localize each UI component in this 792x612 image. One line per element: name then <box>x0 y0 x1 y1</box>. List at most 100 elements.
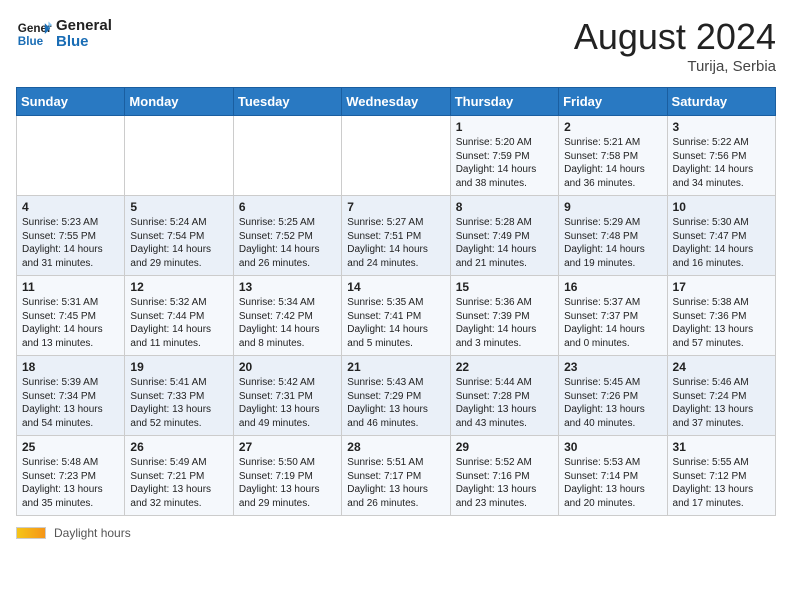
calendar-day <box>342 116 450 196</box>
calendar-day: 4 Sunrise: 5:23 AM Sunset: 7:55 PM Daylig… <box>17 196 125 276</box>
day-info: Sunrise: 5:22 AM Sunset: 7:56 PM Dayligh… <box>673 136 770 190</box>
calendar-week-5: 25 Sunrise: 5:48 AM Sunset: 7:23 PM Dayli… <box>17 436 776 516</box>
page-header: General Blue General Blue August 2024 Tu… <box>16 16 776 75</box>
title-block: August 2024 Turija, Serbia <box>574 16 776 75</box>
day-info: Sunrise: 5:32 AM Sunset: 7:44 PM Dayligh… <box>130 296 227 350</box>
day-number: 31 <box>673 440 770 454</box>
day-number: 25 <box>22 440 119 454</box>
location: Turija, Serbia <box>574 58 776 75</box>
calendar-day: 9Sunrise: 5:29 AM Sunset: 7:48 PM Daylig… <box>559 196 667 276</box>
calendar-day <box>125 116 233 196</box>
day-number: 4 <box>22 200 119 214</box>
calendar-day <box>233 116 341 196</box>
day-number: 29 <box>456 440 553 454</box>
day-info: Sunrise: 5:51 AM Sunset: 7:17 PM Dayligh… <box>347 456 444 510</box>
day-info: Sunrise: 5:46 AM Sunset: 7:24 PM Dayligh… <box>673 376 770 430</box>
day-info: Sunrise: 5:38 AM Sunset: 7:36 PM Dayligh… <box>673 296 770 350</box>
daylight-bar-icon <box>16 527 46 539</box>
calendar-day: 30Sunrise: 5:53 AM Sunset: 7:14 PM Dayli… <box>559 436 667 516</box>
calendar-week-3: 11 Sunrise: 5:31 AM Sunset: 7:45 PM Dayli… <box>17 276 776 356</box>
day-number: 12 <box>130 280 227 294</box>
day-number: 22 <box>456 360 553 374</box>
header-sunday: Sunday <box>17 88 125 116</box>
day-number: 24 <box>673 360 770 374</box>
day-number: 11 <box>22 280 119 294</box>
header-saturday: Saturday <box>667 88 775 116</box>
day-number: 16 <box>564 280 661 294</box>
day-info: Sunrise: 5:36 AM Sunset: 7:39 PM Dayligh… <box>456 296 553 350</box>
calendar-day: 24 Sunrise: 5:46 AM Sunset: 7:24 PM Dayli… <box>667 356 775 436</box>
calendar-day: 5 Sunrise: 5:24 AM Sunset: 7:54 PM Daylig… <box>125 196 233 276</box>
calendar-day: 25 Sunrise: 5:48 AM Sunset: 7:23 PM Dayli… <box>17 436 125 516</box>
day-number: 20 <box>239 360 336 374</box>
day-number: 5 <box>130 200 227 214</box>
calendar-day: 16Sunrise: 5:37 AM Sunset: 7:37 PM Dayli… <box>559 276 667 356</box>
day-info: Sunrise: 5:41 AM Sunset: 7:33 PM Dayligh… <box>130 376 227 430</box>
header-thursday: Thursday <box>450 88 558 116</box>
day-info: Sunrise: 5:34 AM Sunset: 7:42 PM Dayligh… <box>239 296 336 350</box>
calendar-day <box>17 116 125 196</box>
calendar-day: 12 Sunrise: 5:32 AM Sunset: 7:44 PM Dayli… <box>125 276 233 356</box>
day-number: 7 <box>347 200 444 214</box>
calendar-day: 29 Sunrise: 5:52 AM Sunset: 7:16 PM Dayli… <box>450 436 558 516</box>
calendar-day: 17 Sunrise: 5:38 AM Sunset: 7:36 PM Dayli… <box>667 276 775 356</box>
day-info: Sunrise: 5:31 AM Sunset: 7:45 PM Dayligh… <box>22 296 119 350</box>
day-info: Sunrise: 5:23 AM Sunset: 7:55 PM Dayligh… <box>22 216 119 270</box>
calendar-day: 10Sunrise: 5:30 AM Sunset: 7:47 PM Dayli… <box>667 196 775 276</box>
day-number: 13 <box>239 280 336 294</box>
calendar-day: 26 Sunrise: 5:49 AM Sunset: 7:21 PM Dayli… <box>125 436 233 516</box>
calendar-day: 22 Sunrise: 5:44 AM Sunset: 7:28 PM Dayli… <box>450 356 558 436</box>
calendar-day: 18Sunrise: 5:39 AM Sunset: 7:34 PM Dayli… <box>17 356 125 436</box>
day-number: 3 <box>673 120 770 134</box>
calendar-day: 27Sunrise: 5:50 AM Sunset: 7:19 PM Dayli… <box>233 436 341 516</box>
month-title: August 2024 <box>574 16 776 58</box>
day-number: 18 <box>22 360 119 374</box>
calendar-day: 13 Sunrise: 5:34 AM Sunset: 7:42 PM Dayli… <box>233 276 341 356</box>
day-info: Sunrise: 5:43 AM Sunset: 7:29 PM Dayligh… <box>347 376 444 430</box>
calendar-day: 11 Sunrise: 5:31 AM Sunset: 7:45 PM Dayli… <box>17 276 125 356</box>
day-number: 27 <box>239 440 336 454</box>
day-info: Sunrise: 5:49 AM Sunset: 7:21 PM Dayligh… <box>130 456 227 510</box>
day-info: Sunrise: 5:24 AM Sunset: 7:54 PM Dayligh… <box>130 216 227 270</box>
calendar-header-row: SundayMondayTuesdayWednesdayThursdayFrid… <box>17 88 776 116</box>
calendar-day: 19Sunrise: 5:41 AM Sunset: 7:33 PM Dayli… <box>125 356 233 436</box>
day-info: Sunrise: 5:48 AM Sunset: 7:23 PM Dayligh… <box>22 456 119 510</box>
calendar-week-1: 1 Sunrise: 5:20 AM Sunset: 7:59 PM Daylig… <box>17 116 776 196</box>
footer: Daylight hours <box>16 526 776 540</box>
day-number: 1 <box>456 120 553 134</box>
day-info: Sunrise: 5:29 AM Sunset: 7:48 PM Dayligh… <box>564 216 661 270</box>
calendar-day: 3 Sunrise: 5:22 AM Sunset: 7:56 PM Daylig… <box>667 116 775 196</box>
day-number: 8 <box>456 200 553 214</box>
logo-blue: Blue <box>56 34 112 51</box>
day-info: Sunrise: 5:52 AM Sunset: 7:16 PM Dayligh… <box>456 456 553 510</box>
day-info: Sunrise: 5:28 AM Sunset: 7:49 PM Dayligh… <box>456 216 553 270</box>
header-tuesday: Tuesday <box>233 88 341 116</box>
day-info: Sunrise: 5:44 AM Sunset: 7:28 PM Dayligh… <box>456 376 553 430</box>
day-info: Sunrise: 5:42 AM Sunset: 7:31 PM Dayligh… <box>239 376 336 430</box>
day-info: Sunrise: 5:20 AM Sunset: 7:59 PM Dayligh… <box>456 136 553 190</box>
logo: General Blue General Blue <box>16 16 112 52</box>
logo-icon: General Blue <box>16 16 52 52</box>
header-wednesday: Wednesday <box>342 88 450 116</box>
day-number: 17 <box>673 280 770 294</box>
day-number: 30 <box>564 440 661 454</box>
header-monday: Monday <box>125 88 233 116</box>
day-info: Sunrise: 5:21 AM Sunset: 7:58 PM Dayligh… <box>564 136 661 190</box>
daylight-label: Daylight hours <box>54 526 131 540</box>
calendar-table: SundayMondayTuesdayWednesdayThursdayFrid… <box>16 87 776 516</box>
calendar-day: 7Sunrise: 5:27 AM Sunset: 7:51 PM Daylig… <box>342 196 450 276</box>
day-number: 28 <box>347 440 444 454</box>
day-number: 10 <box>673 200 770 214</box>
day-number: 26 <box>130 440 227 454</box>
calendar-day: 21 Sunrise: 5:43 AM Sunset: 7:29 PM Dayli… <box>342 356 450 436</box>
day-number: 21 <box>347 360 444 374</box>
calendar-day: 8 Sunrise: 5:28 AM Sunset: 7:49 PM Daylig… <box>450 196 558 276</box>
calendar-day: 6Sunrise: 5:25 AM Sunset: 7:52 PM Daylig… <box>233 196 341 276</box>
day-number: 23 <box>564 360 661 374</box>
day-info: Sunrise: 5:35 AM Sunset: 7:41 PM Dayligh… <box>347 296 444 350</box>
day-info: Sunrise: 5:55 AM Sunset: 7:12 PM Dayligh… <box>673 456 770 510</box>
calendar-day: 15Sunrise: 5:36 AM Sunset: 7:39 PM Dayli… <box>450 276 558 356</box>
day-number: 6 <box>239 200 336 214</box>
calendar-day: 31 Sunrise: 5:55 AM Sunset: 7:12 PM Dayli… <box>667 436 775 516</box>
svg-text:Blue: Blue <box>18 35 44 48</box>
